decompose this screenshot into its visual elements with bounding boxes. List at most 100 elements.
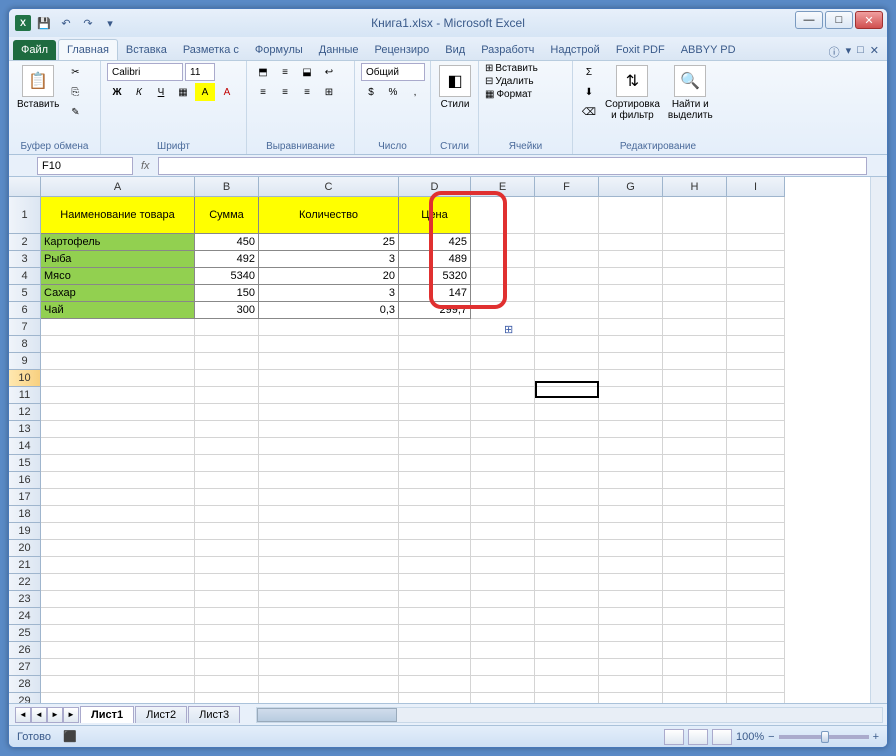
cell[interactable] <box>599 197 663 234</box>
cell[interactable] <box>599 387 663 404</box>
zoom-slider[interactable] <box>779 735 869 739</box>
cell[interactable] <box>259 353 399 370</box>
name-box[interactable]: F10 <box>37 157 133 175</box>
cell[interactable] <box>41 404 195 421</box>
fx-icon[interactable]: fx <box>133 160 158 172</box>
styles-button[interactable]: ◧ Стили <box>437 63 473 112</box>
cell[interactable] <box>399 387 471 404</box>
cell[interactable] <box>41 472 195 489</box>
tab-view[interactable]: Вид <box>437 40 473 60</box>
cell[interactable] <box>727 625 785 642</box>
cell[interactable]: Сахар <box>41 285 195 302</box>
row-header-15[interactable]: 15 <box>9 455 41 472</box>
view-normal-button[interactable] <box>664 729 684 745</box>
cell[interactable] <box>259 472 399 489</box>
cell[interactable] <box>471 523 535 540</box>
tab-addins[interactable]: Надстрой <box>542 40 607 60</box>
row-header-20[interactable]: 20 <box>9 540 41 557</box>
autosum-button[interactable]: Σ <box>579 63 599 81</box>
row-header-17[interactable]: 17 <box>9 489 41 506</box>
cell[interactable] <box>41 693 195 703</box>
cell[interactable] <box>727 387 785 404</box>
cell[interactable] <box>471 404 535 421</box>
cell[interactable]: Мясо <box>41 268 195 285</box>
cell[interactable]: 0,3 <box>259 302 399 319</box>
cell[interactable] <box>663 251 727 268</box>
align-middle-button[interactable]: ≡ <box>275 63 295 81</box>
cell[interactable] <box>727 676 785 693</box>
cell[interactable] <box>535 693 599 703</box>
cell[interactable] <box>399 336 471 353</box>
cell[interactable] <box>663 336 727 353</box>
row-header-21[interactable]: 21 <box>9 557 41 574</box>
cell[interactable] <box>471 438 535 455</box>
cell[interactable] <box>259 387 399 404</box>
find-select-button[interactable]: 🔍 Найти и выделить <box>666 63 715 123</box>
cell[interactable] <box>41 353 195 370</box>
cell[interactable] <box>259 455 399 472</box>
row-header-18[interactable]: 18 <box>9 506 41 523</box>
cell[interactable] <box>663 370 727 387</box>
cell[interactable] <box>471 676 535 693</box>
cell[interactable] <box>399 557 471 574</box>
cell[interactable] <box>259 540 399 557</box>
tab-review[interactable]: Рецензиро <box>367 40 438 60</box>
cell[interactable] <box>195 336 259 353</box>
cut-button[interactable]: ✂ <box>65 63 85 81</box>
cell[interactable] <box>471 659 535 676</box>
cell[interactable] <box>727 319 785 336</box>
row-header-28[interactable]: 28 <box>9 676 41 693</box>
sort-filter-button[interactable]: ⇅ Сортировка и фильтр <box>603 63 662 123</box>
ribbon-min-icon[interactable]: ▾ <box>846 44 852 60</box>
cell[interactable] <box>535 370 599 387</box>
cell[interactable] <box>41 659 195 676</box>
sheet-nav-prev[interactable]: ◄ <box>31 707 47 723</box>
cell[interactable] <box>727 540 785 557</box>
cell[interactable] <box>195 574 259 591</box>
cell[interactable] <box>663 574 727 591</box>
cell[interactable] <box>727 591 785 608</box>
cell[interactable]: 5340 <box>195 268 259 285</box>
horizontal-scrollbar[interactable] <box>256 707 883 723</box>
cell[interactable] <box>259 319 399 336</box>
cell[interactable] <box>727 197 785 234</box>
qa-undo-icon[interactable]: ↶ <box>57 14 75 32</box>
cell[interactable] <box>663 591 727 608</box>
row-header-6[interactable]: 6 <box>9 302 41 319</box>
cell[interactable] <box>599 285 663 302</box>
cell[interactable] <box>471 642 535 659</box>
cell[interactable] <box>727 642 785 659</box>
cell[interactable] <box>41 421 195 438</box>
font-color-button[interactable]: A <box>217 83 237 101</box>
cell[interactable] <box>727 574 785 591</box>
cell[interactable] <box>195 472 259 489</box>
format-cells-button[interactable]: ▦ Формат <box>485 89 532 100</box>
cell[interactable] <box>727 659 785 676</box>
cell[interactable] <box>471 506 535 523</box>
row-header-1[interactable]: 1 <box>9 197 41 234</box>
row-header-11[interactable]: 11 <box>9 387 41 404</box>
row-header-23[interactable]: 23 <box>9 591 41 608</box>
tab-formulas[interactable]: Формулы <box>247 40 311 60</box>
cell[interactable] <box>727 234 785 251</box>
select-all-corner[interactable] <box>9 177 41 197</box>
cell[interactable] <box>259 574 399 591</box>
cell[interactable] <box>195 370 259 387</box>
cell[interactable] <box>599 506 663 523</box>
cell[interactable] <box>195 489 259 506</box>
row-header-3[interactable]: 3 <box>9 251 41 268</box>
cell[interactable] <box>663 506 727 523</box>
font-size-select[interactable] <box>185 63 215 81</box>
cell[interactable] <box>727 268 785 285</box>
cell[interactable] <box>41 676 195 693</box>
cell[interactable]: 147 <box>399 285 471 302</box>
cell[interactable] <box>41 540 195 557</box>
cell[interactable] <box>259 404 399 421</box>
cell[interactable] <box>195 523 259 540</box>
cell[interactable]: Наименование товара <box>41 197 195 234</box>
paste-button[interactable]: 📋 Вставить <box>15 63 61 112</box>
cell[interactable] <box>471 370 535 387</box>
vertical-scrollbar[interactable] <box>870 177 887 703</box>
doc-min-icon[interactable]: □ <box>857 44 864 60</box>
cell[interactable] <box>195 540 259 557</box>
